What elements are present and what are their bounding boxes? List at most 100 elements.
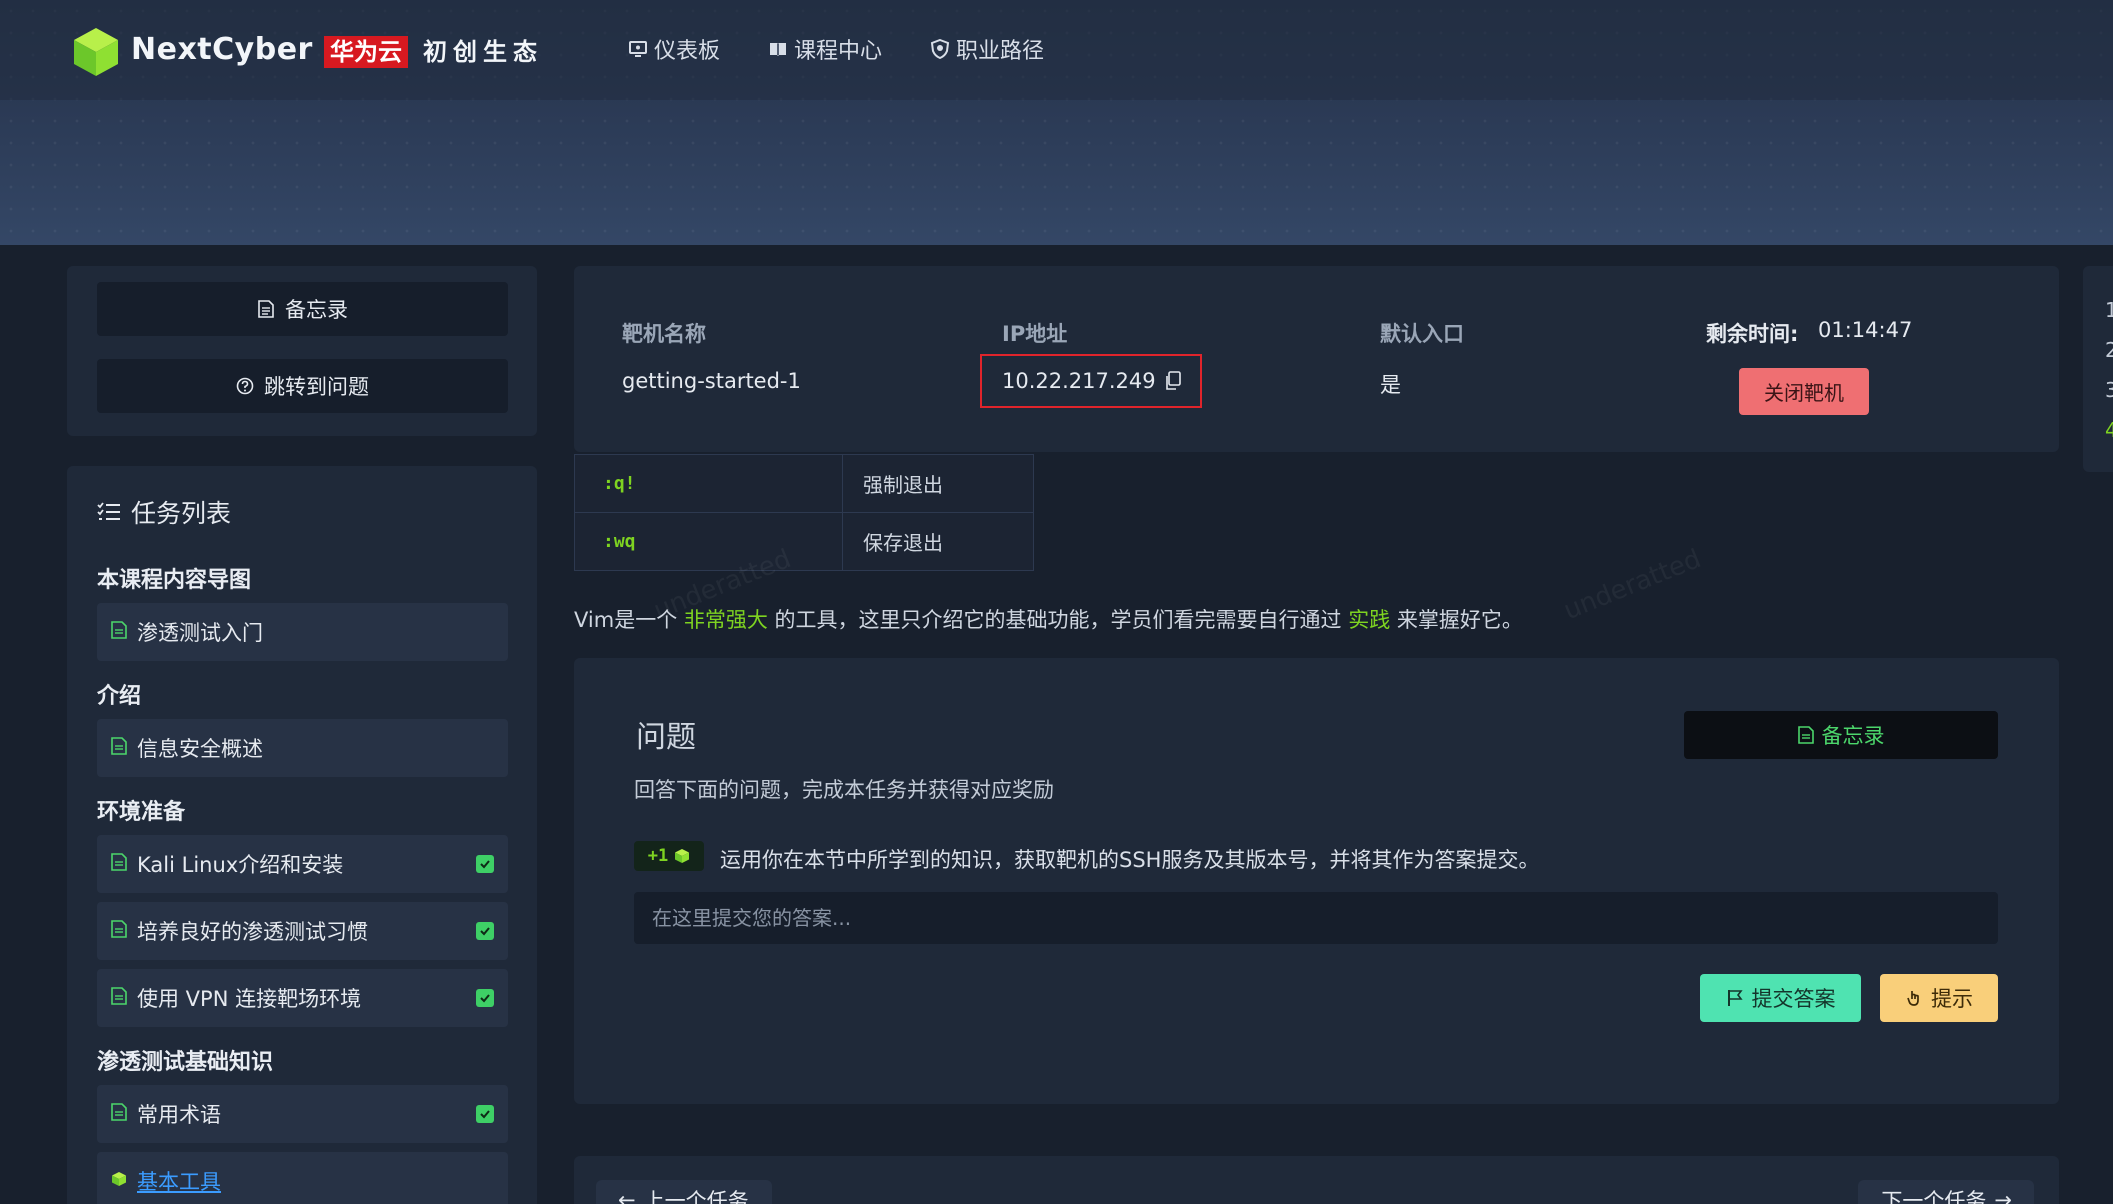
nav-dashboard-label: 仪表板 (654, 39, 721, 64)
task-pager (574, 1156, 2059, 1204)
task-item[interactable]: 渗透测试入门 (97, 603, 508, 661)
next-task-button[interactable]: 下一个任务 → (1858, 1180, 2034, 1204)
sidebar-actions-panel: 备忘录 跳转到问题 (67, 266, 537, 436)
intro-text: 的工具，这里只介绍它的基础功能，学员们看完需要自行通过 (767, 608, 1349, 632)
task-item-label: 常用术语 (137, 1103, 221, 1127)
task-item-label: 基本工具 (137, 1170, 221, 1194)
sidebar-notes-label: 备忘录 (285, 298, 348, 322)
task-item[interactable]: Kali Linux介绍和安装 (97, 835, 508, 893)
command-desc: 保存退出 (842, 512, 1034, 571)
task-item[interactable]: 培养良好的渗透测试习惯 (97, 902, 508, 960)
book-icon (770, 43, 786, 56)
task-item-label: 信息安全概述 (137, 737, 263, 761)
flag-icon (1727, 990, 1743, 1006)
ip-address-value: 10.22.217.249 (1002, 369, 1156, 393)
submit-answer-button[interactable]: 提交答案 (1700, 974, 1861, 1022)
cube-logo-icon[interactable] (72, 26, 120, 78)
partner-badge: 华为云 (324, 36, 408, 68)
toc-item[interactable]: 3 (2105, 378, 2113, 402)
task-item-label: 渗透测试入门 (137, 621, 263, 645)
remaining-time-label: 剩余时间: (1706, 322, 1799, 346)
partner-text: 初创生态 (423, 38, 543, 66)
points-value: +1 (647, 846, 669, 866)
target-machine-card (574, 266, 2059, 452)
document-icon (1797, 726, 1814, 744)
cube-icon (112, 1172, 126, 1186)
question-notes-label: 备忘录 (1821, 724, 1885, 748)
ip-address-box[interactable]: 10.22.217.249 (980, 354, 1202, 408)
toc-item[interactable]: 2 (2105, 338, 2113, 362)
document-icon (111, 853, 127, 871)
toc-item[interactable]: 1 (2105, 298, 2113, 322)
task-item-label: Kali Linux介绍和安装 (137, 853, 344, 877)
machine-name-label: 靶机名称 (622, 322, 706, 346)
toc-item[interactable]: 4 (2105, 418, 2113, 442)
task-list-panel: 任务列表 本课程内容导图 渗透测试入门 介绍 信息安全概述 环境准备 Kali … (67, 466, 537, 1204)
watermark: underatted (1559, 543, 1706, 627)
right-toc: 1 2 3 4 (2083, 266, 2113, 472)
checklist-icon (97, 502, 120, 520)
dashboard-icon (629, 41, 647, 57)
answer-input[interactable] (634, 892, 1998, 944)
group-title: 渗透测试基础知识 (97, 1050, 274, 1075)
copy-icon[interactable] (1164, 371, 1182, 391)
completed-check-icon (476, 1105, 494, 1123)
top-navbar (0, 0, 2113, 100)
jump-to-question-button[interactable]: 跳转到问题 (97, 359, 508, 413)
header-banner (0, 0, 2113, 245)
task-item-current[interactable]: 基本工具 (97, 1152, 508, 1204)
document-icon (111, 737, 127, 755)
nav-career-label: 职业路径 (956, 39, 1045, 64)
intro-text: Vim是一个 (574, 608, 684, 632)
intro-highlight: 非常强大 (683, 608, 768, 632)
vim-intro-paragraph: Vim是一个 非常强大 的工具，这里只介绍它的基础功能，学员们看完需要自行通过 … (574, 604, 1523, 634)
submit-answer-label: 提交答案 (1751, 987, 1836, 1011)
task-list-title: 任务列表 (97, 494, 231, 530)
question-notes-button[interactable]: 备忘录 (1684, 711, 1998, 759)
jump-to-question-label: 跳转到问题 (264, 375, 369, 399)
completed-check-icon (476, 989, 494, 1007)
prev-task-label: 上一个任务 (643, 1189, 749, 1204)
arrow-left-icon: ← (618, 1188, 636, 1204)
nav-courses[interactable]: 课程中心 (768, 34, 882, 64)
entry-label: 默认入口 (1380, 322, 1464, 346)
question-title: 问题 (636, 720, 696, 755)
hint-button[interactable]: 提示 (1880, 974, 1998, 1022)
command-code: :wq (574, 512, 843, 571)
task-item[interactable]: 使用 VPN 连接靶场环境 (97, 969, 508, 1027)
machine-name-value: getting-started-1 (622, 369, 801, 393)
hint-label: 提示 (1931, 987, 1973, 1011)
vim-command-table: :q! 强制退出 :wq 保存退出 (574, 454, 1034, 571)
intro-text: 来掌握好它。 (1390, 608, 1523, 632)
nav-career[interactable]: 职业路径 (930, 34, 1044, 64)
task-item-label: 使用 VPN 连接靶场环境 (137, 987, 362, 1011)
completed-check-icon (476, 855, 494, 873)
table-row: :wq 保存退出 (574, 512, 1034, 571)
entry-value: 是 (1380, 373, 1401, 397)
group-title: 本课程内容导图 (97, 568, 252, 593)
cube-icon (675, 849, 690, 863)
shield-icon (930, 39, 950, 59)
close-machine-button[interactable]: 关闭靶机 (1739, 368, 1869, 415)
question-subtitle: 回答下面的问题，完成本任务并获得对应奖励 (634, 778, 1054, 802)
nav-dashboard[interactable]: 仪表板 (628, 34, 720, 64)
task-list-title-text: 任务列表 (131, 499, 232, 528)
question-text: 运用你在本节中所学到的知识，获取靶机的SSH服务及其版本号，并将其作为答案提交。 (720, 848, 1540, 872)
table-row: :q! 强制退出 (574, 454, 1034, 513)
question-circle-icon (236, 377, 254, 395)
task-item[interactable]: 信息安全概述 (97, 719, 508, 777)
command-code: :q! (574, 454, 843, 513)
arrow-right-icon: → (1994, 1188, 2012, 1204)
document-icon (111, 920, 127, 938)
prev-task-button[interactable]: ← 上一个任务 (596, 1180, 772, 1204)
document-icon (111, 987, 127, 1005)
group-title: 介绍 (97, 684, 142, 709)
sidebar-notes-button[interactable]: 备忘录 (97, 282, 508, 336)
brand-name[interactable]: NextCyber (131, 32, 313, 67)
intro-highlight: 实践 (1348, 608, 1391, 632)
next-task-label: 下一个任务 (1881, 1189, 1987, 1204)
task-item-label: 培养良好的渗透测试习惯 (137, 920, 368, 944)
task-item[interactable]: 常用术语 (97, 1085, 508, 1143)
document-icon (258, 300, 274, 318)
nav-courses-label: 课程中心 (794, 39, 883, 64)
